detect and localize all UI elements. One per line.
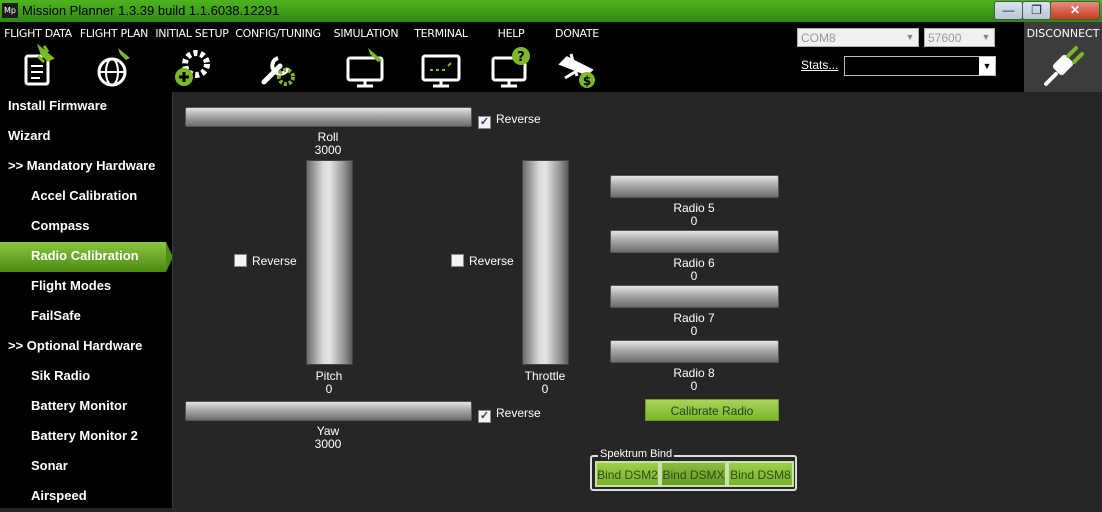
toolbar-label: TERMINAL: [414, 27, 468, 40]
yaw-reverse-checkbox[interactable]: ✓ Reverse: [478, 406, 541, 423]
toolbar-flight-plan[interactable]: FLIGHT PLAN: [76, 22, 152, 92]
disconnect-label: DISCONNECT: [1026, 27, 1100, 40]
roll-value: 3000: [314, 143, 342, 157]
sidebar-item-compass[interactable]: Compass: [0, 212, 172, 242]
baud-value: 57600: [928, 31, 962, 45]
roll-reverse-label: Reverse: [496, 112, 541, 126]
yaw-reverse-label: Reverse: [496, 406, 541, 420]
radio5-value: 0: [690, 214, 698, 228]
stats-link[interactable]: Stats...: [801, 58, 838, 72]
port-value: COM8: [801, 31, 836, 45]
toolbar-flight-data[interactable]: FLIGHT DATA: [0, 22, 76, 92]
port-select[interactable]: COM8 ▼: [797, 28, 919, 47]
radio8-value: 0: [690, 379, 698, 393]
toolbar-simulation[interactable]: SIMULATION: [324, 22, 408, 92]
sidebar-item-accel-calibration[interactable]: Accel Calibration: [0, 182, 172, 212]
radio6-value: 0: [690, 269, 698, 283]
bind-dsmx-button[interactable]: Bind DSMX: [660, 461, 727, 487]
toolbar-config-tuning[interactable]: CONFIG/TUNING: [232, 22, 324, 92]
sidebar-item-flight-modes[interactable]: Flight Modes: [0, 272, 172, 302]
roll-bar: [185, 107, 472, 127]
radio7-bar: [610, 285, 779, 308]
pitch-reverse-label: Reverse: [252, 254, 297, 268]
terminal-icon: [421, 54, 461, 88]
toolbar-label: FLIGHT DATA: [4, 27, 72, 40]
baud-select[interactable]: 57600 ▼: [924, 28, 995, 47]
checkbox-checked-icon: ✓: [478, 410, 491, 423]
toolbar-initial-setup[interactable]: INITIAL SETUP: [152, 22, 232, 92]
main-toolbar: FLIGHT DATA FLIGHT PLAN INITIAL SETUP CO…: [0, 22, 1102, 92]
donate-icon: $: [558, 53, 595, 88]
throttle-reverse-label: Reverse: [469, 254, 514, 268]
throttle-value: 0: [541, 382, 549, 396]
close-button[interactable]: ✕: [1050, 1, 1100, 20]
simulation-icon: [346, 48, 384, 88]
sidebar-item-sik-radio[interactable]: Sik Radio: [0, 362, 172, 392]
maximize-button[interactable]: ❐: [1022, 1, 1051, 20]
toolbar-label: DONATE: [555, 27, 599, 40]
config-tuning-icon: [261, 56, 295, 86]
flight-plan-icon: [97, 48, 130, 87]
checkbox-unchecked-icon: [451, 254, 464, 267]
checkbox-unchecked-icon: [234, 254, 247, 267]
toolbar-label: CONFIG/TUNING: [235, 27, 321, 40]
throttle-reverse-checkbox[interactable]: Reverse: [451, 254, 514, 268]
initial-setup-icon: [175, 50, 210, 86]
svg-text:$: $: [583, 74, 591, 88]
toolbar-label: FLIGHT PLAN: [79, 27, 149, 40]
checkbox-checked-icon: ✓: [478, 116, 491, 129]
sidebar-item-wizard[interactable]: Wizard: [0, 122, 172, 152]
chevron-down-icon: ▼: [905, 32, 915, 42]
plug-icon: [1044, 46, 1084, 86]
sidebar-item-battery-monitor[interactable]: Battery Monitor: [0, 392, 172, 422]
toolbar-help[interactable]: HELP ?: [474, 22, 548, 92]
help-icon: ?: [491, 47, 530, 88]
toolbar-label: HELP: [497, 27, 525, 40]
bind-dsm8-button[interactable]: Bind DSM8: [727, 461, 794, 487]
radio6-bar: [610, 230, 779, 253]
minimize-button[interactable]: —: [994, 1, 1023, 20]
pitch-bar: [306, 160, 353, 365]
radio5-bar: [610, 175, 779, 198]
toolbar-terminal[interactable]: TERMINAL: [408, 22, 474, 92]
sidebar-item-sonar[interactable]: Sonar: [0, 452, 172, 482]
stats-select[interactable]: ▼: [844, 56, 996, 76]
radio7-value: 0: [690, 324, 698, 338]
pitch-value: 0: [325, 382, 333, 396]
sidebar-item-failsafe[interactable]: FailSafe: [0, 302, 172, 332]
calibrate-radio-button[interactable]: Calibrate Radio: [645, 399, 779, 421]
chevron-down-icon: ▼: [981, 32, 991, 42]
sidebar-item-battery-monitor-2[interactable]: Battery Monitor 2: [0, 422, 172, 452]
toolbar-label: INITIAL SETUP: [155, 27, 229, 40]
sidebar-item-mandatory-hardware[interactable]: >> Mandatory Hardware: [0, 152, 172, 182]
radio8-bar: [610, 340, 779, 363]
app-icon: Mp: [2, 3, 18, 18]
sidebar-item-install-firmware[interactable]: Install Firmware: [0, 92, 172, 122]
toolbar-donate[interactable]: DONATE $: [548, 22, 606, 92]
disconnect-button[interactable]: DISCONNECT: [1024, 22, 1102, 92]
pitch-reverse-checkbox[interactable]: Reverse: [234, 254, 297, 268]
roll-reverse-checkbox[interactable]: ✓ Reverse: [478, 112, 541, 129]
throttle-bar: [522, 160, 569, 365]
window-title: Mission Planner 1.3.39 build 1.1.6038.12…: [22, 3, 280, 18]
svg-text:?: ?: [517, 50, 525, 65]
yaw-value: 3000: [314, 437, 342, 451]
setup-sidebar: Install Firmware Wizard >> Mandatory Har…: [0, 92, 173, 508]
chevron-down-icon: ▼: [979, 57, 995, 75]
bind-dsm2-button[interactable]: Bind DSM2: [595, 461, 660, 487]
yaw-bar: [185, 401, 472, 421]
title-bar: Mp Mission Planner 1.3.39 build 1.1.6038…: [0, 0, 1102, 22]
spektrum-bind-title: Spektrum Bind: [598, 448, 675, 460]
flight-data-icon: [24, 44, 55, 86]
sidebar-item-optional-hardware[interactable]: >> Optional Hardware: [0, 332, 172, 362]
sidebar-item-radio-calibration[interactable]: Radio Calibration: [0, 242, 166, 272]
toolbar-label: SIMULATION: [333, 27, 399, 40]
